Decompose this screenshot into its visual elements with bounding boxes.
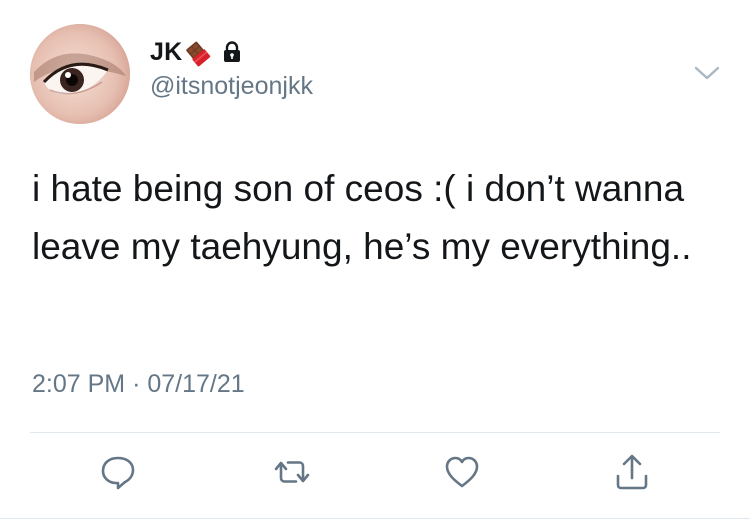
chevron-down-icon[interactable] bbox=[692, 62, 722, 84]
timestamp-separator: · bbox=[132, 370, 141, 398]
handle[interactable]: @itsnotjeonjkk bbox=[150, 72, 313, 101]
lock-icon bbox=[224, 41, 241, 62]
name-row: JK bbox=[150, 36, 313, 68]
avatar[interactable] bbox=[30, 24, 130, 124]
display-name[interactable]: JK bbox=[150, 38, 182, 67]
chocolate-bar-emoji bbox=[186, 41, 211, 67]
avatar-eye-image bbox=[30, 24, 130, 124]
tweet-timestamp[interactable]: 2:07 PM · 07/17/21 bbox=[32, 370, 245, 399]
share-icon bbox=[616, 454, 648, 490]
reply-icon bbox=[101, 456, 135, 490]
reply-button[interactable] bbox=[98, 452, 138, 492]
like-icon bbox=[445, 456, 479, 488]
tweet-text: i hate being son of ceos :( i don’t wann… bbox=[32, 168, 692, 267]
bottom-border bbox=[0, 518, 750, 519]
retweet-button[interactable] bbox=[272, 452, 312, 492]
divider bbox=[30, 432, 720, 433]
tweet-date: 07/17/21 bbox=[147, 370, 245, 398]
tweet-card: JK @itsnotjeonjkk i hate being son of ce… bbox=[0, 0, 750, 521]
tweet-actions bbox=[0, 452, 750, 502]
retweet-icon bbox=[274, 461, 310, 483]
like-button[interactable] bbox=[442, 452, 482, 492]
tweet-time: 2:07 PM bbox=[32, 370, 126, 398]
user-names: JK @itsnotjeonjkk bbox=[150, 36, 313, 101]
share-button[interactable] bbox=[612, 452, 652, 492]
